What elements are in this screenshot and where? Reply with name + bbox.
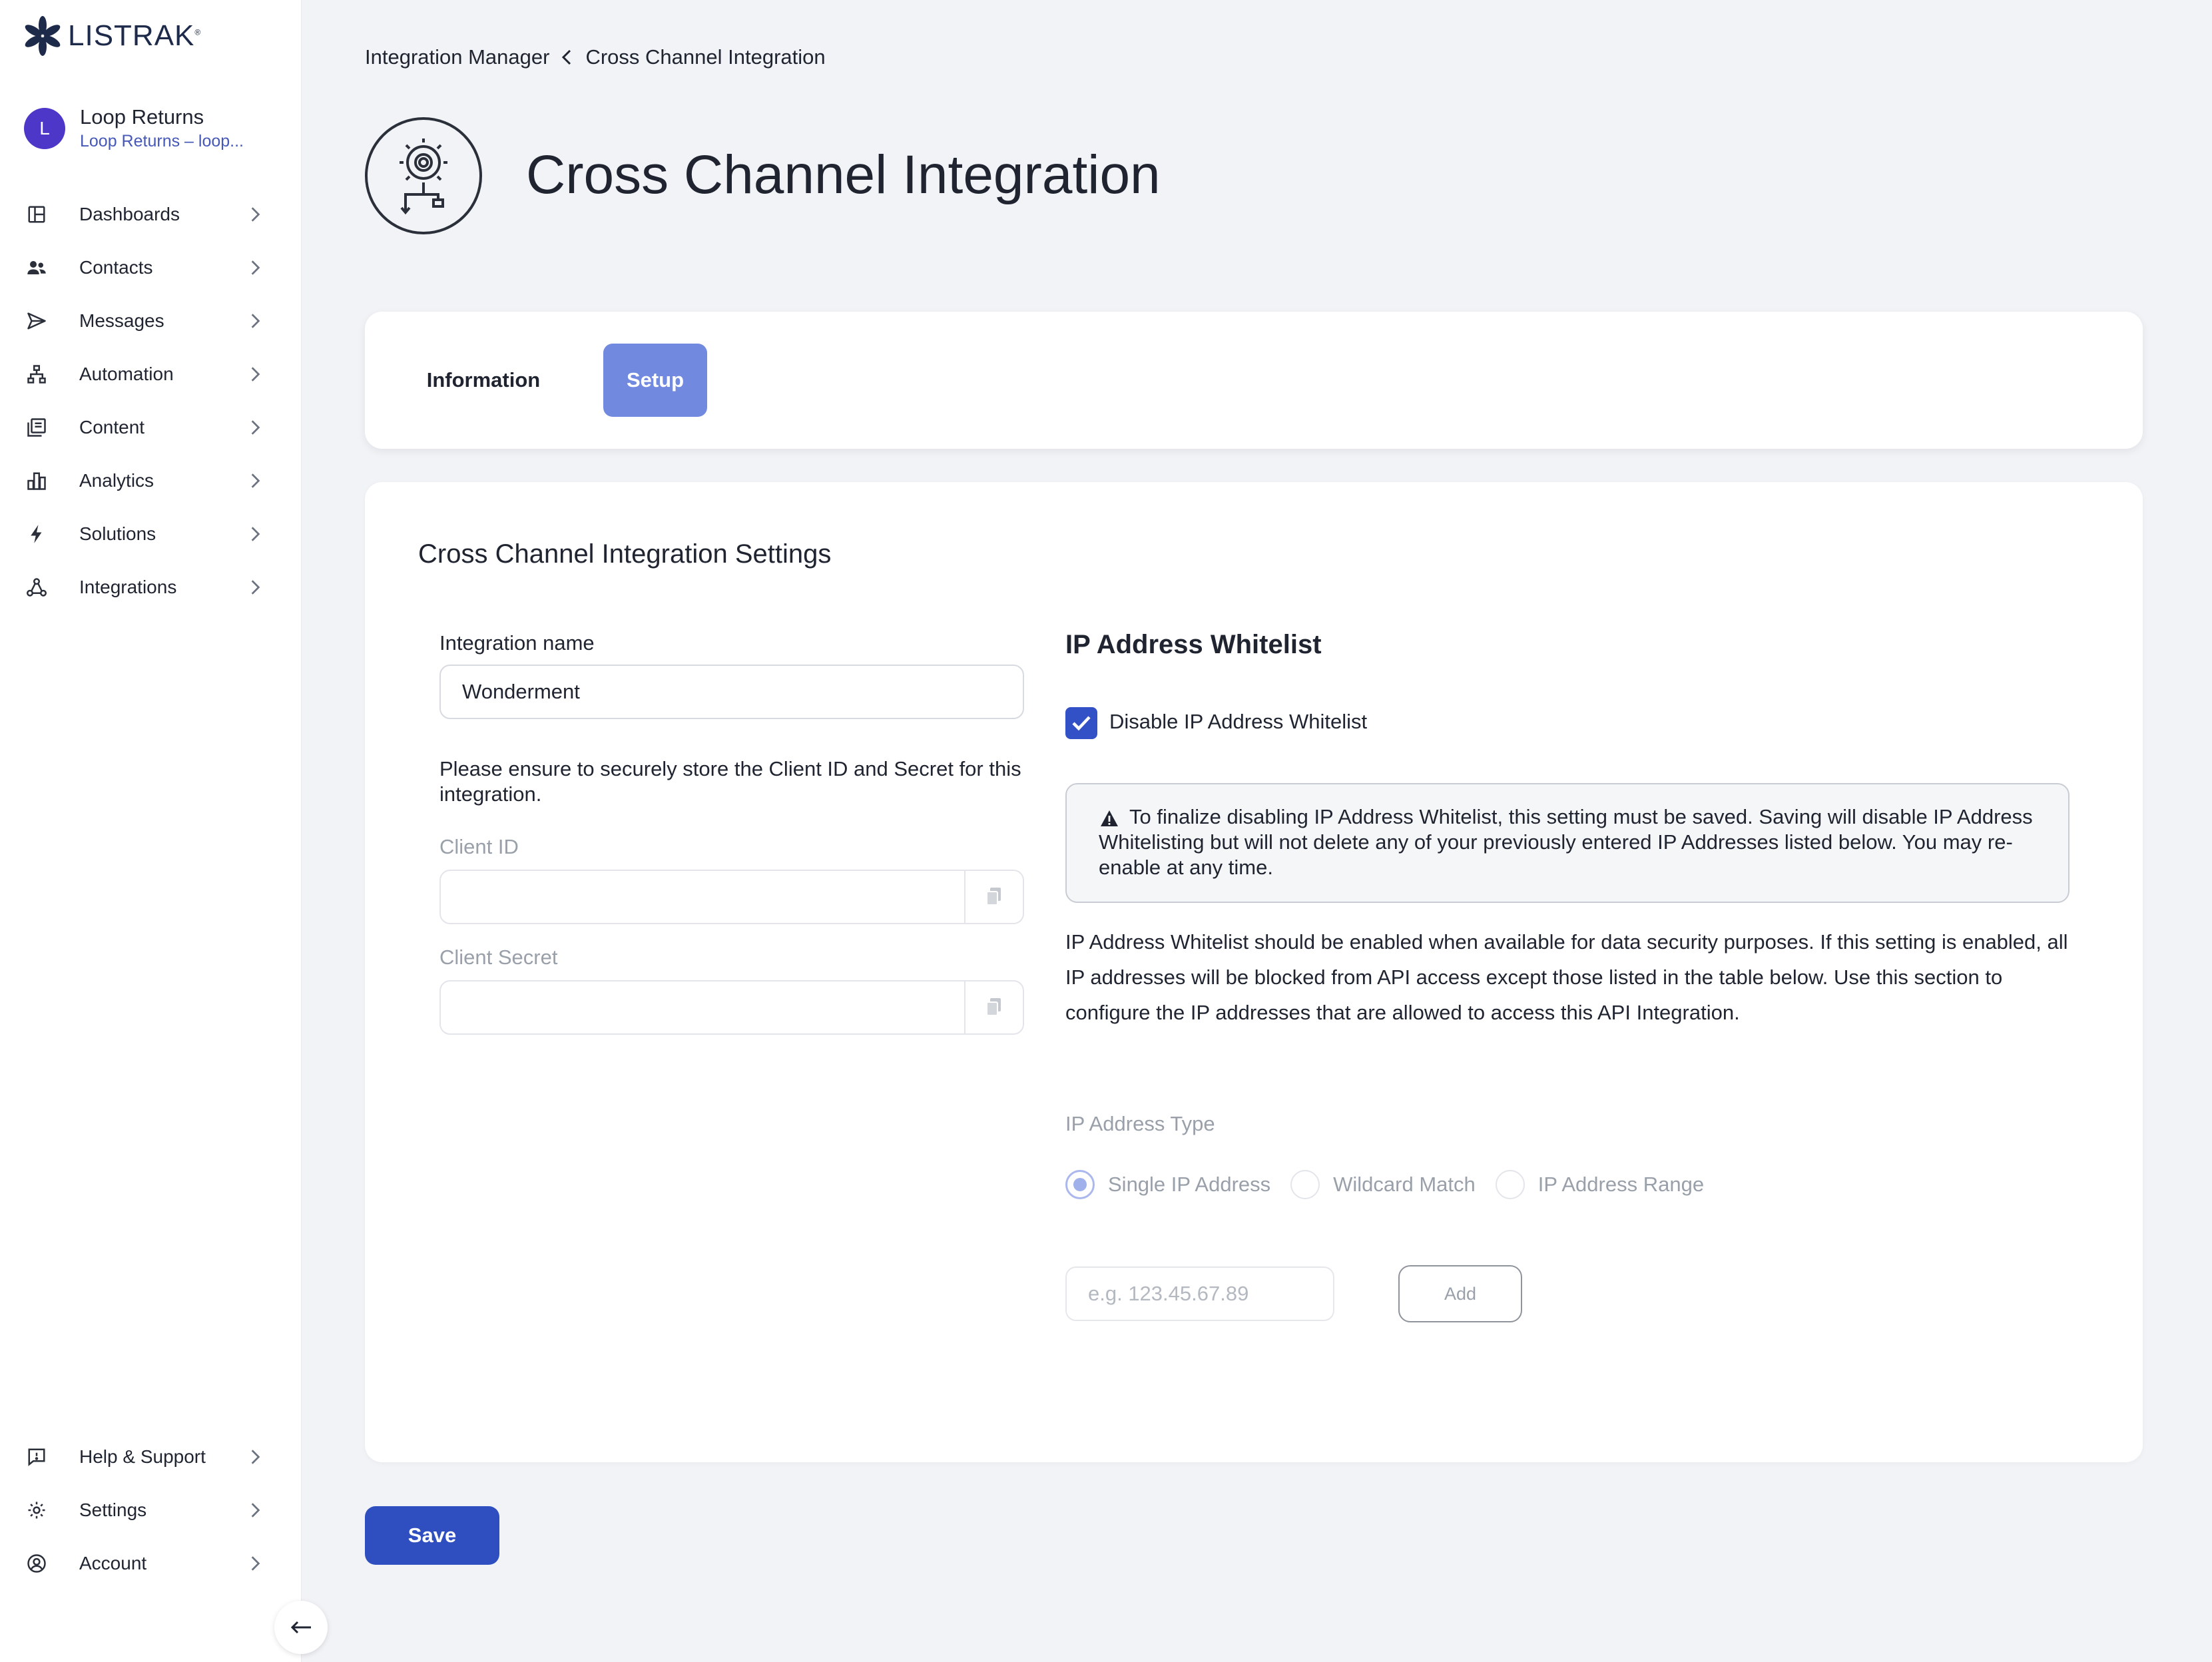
security-note: Please ensure to securely store the Clie… [439,757,1021,806]
sidebar-item-solutions[interactable]: Solutions [0,507,301,561]
sidebar-item-automation[interactable]: Automation [0,348,301,401]
chevron-right-icon [251,1450,260,1464]
sidebar: LISTRAK® L Loop Returns Loop Returns – l… [0,0,302,1662]
lightning-icon [25,523,48,545]
sidebar-item-help-support[interactable]: Help & Support [0,1430,301,1484]
avatar: L [24,107,65,149]
breadcrumb-current: Cross Channel Integration [585,45,826,69]
radio-label: Wildcard Match [1333,1173,1476,1196]
secondary-nav: Help & Support Settings Account [0,1430,301,1590]
account-name: Loop Returns [80,105,204,129]
radio-indicator-checked[interactable] [1065,1170,1095,1199]
chevron-right-icon [251,527,260,541]
tab-setup[interactable]: Setup [603,344,707,417]
chevron-right-icon [251,473,260,488]
check-icon [1072,716,1091,731]
brand-name: LISTRAK® [68,19,202,52]
add-ip-button[interactable]: Add [1398,1265,1522,1322]
radio-indicator[interactable] [1290,1170,1320,1199]
sidebar-item-analytics[interactable]: Analytics [0,454,301,507]
sidebar-item-label: Dashboards [79,204,180,224]
contacts-icon [25,256,48,279]
client-id-field[interactable] [439,870,1024,924]
content-icon [25,416,48,439]
analytics-icon [25,469,48,492]
account-subtitle: Loop Returns – loop... [80,132,244,150]
sidebar-item-contacts[interactable]: Contacts [0,241,301,294]
help-chat-icon [25,1446,48,1468]
client-secret-label: Client Secret [439,946,558,969]
disable-whitelist-label[interactable]: Disable IP Address Whitelist [1109,710,1367,734]
listrak-logo-icon [25,16,61,56]
send-icon [25,310,48,332]
settings-card: Cross Channel Integration Settings Integ… [365,482,2143,1462]
breadcrumb: Integration Manager Cross Channel Integr… [365,45,826,69]
chevron-right-icon [251,260,260,275]
gear-icon [25,1499,48,1522]
sidebar-item-content[interactable]: Content [0,401,301,454]
radio-ip-range[interactable]: IP Address Range [1495,1170,1705,1199]
ip-whitelist-heading: IP Address Whitelist [1065,630,1322,659]
brand-logo[interactable]: LISTRAK® [23,16,201,56]
save-button[interactable]: Save [365,1506,499,1565]
client-secret-field[interactable] [439,980,1024,1035]
whitelist-description: IP Address Whitelist should be enabled w… [1065,930,2068,1024]
account-switcher[interactable]: L Loop Returns Loop Returns – loop... [24,105,253,151]
radio-wildcard-match[interactable]: Wildcard Match [1290,1170,1476,1199]
warning-text: To finalize disabling IP Address Whiteli… [1099,805,2033,879]
sidebar-item-label: Contacts [79,257,153,278]
section-title: Cross Channel Integration Settings [418,539,832,569]
chevron-right-icon [251,1556,260,1571]
gear-flow-icon [365,117,482,234]
chevron-right-icon [251,580,260,595]
disable-whitelist-checkbox[interactable] [1065,707,1097,739]
sidebar-item-label: Account [79,1553,147,1573]
sidebar-item-label: Help & Support [79,1446,206,1467]
radio-label: IP Address Range [1537,1173,1705,1196]
sidebar-item-messages[interactable]: Messages [0,294,301,348]
arrow-left-icon [290,1621,311,1634]
radio-indicator[interactable] [1495,1170,1525,1199]
client-id-label: Client ID [439,835,519,858]
sidebar-item-label: Automation [79,364,174,384]
sidebar-item-label: Solutions [79,523,156,544]
chevron-right-icon [251,207,260,222]
chevron-right-icon [251,420,260,435]
user-circle-icon [25,1552,48,1575]
ip-type-label: IP Address Type [1065,1112,1215,1135]
copy-client-secret-button[interactable] [964,981,1023,1033]
copy-icon [986,888,1001,906]
collapse-sidebar-button[interactable] [274,1601,328,1654]
integration-name-label: Integration name [439,631,595,655]
sidebar-item-label: Messages [79,310,164,331]
chevron-right-icon [251,367,260,382]
chevron-right-icon [251,314,260,328]
copy-client-id-button[interactable] [964,871,1023,923]
ip-address-input[interactable] [1065,1266,1334,1321]
breadcrumb-parent-link[interactable]: Integration Manager [365,45,549,69]
sidebar-item-label: Integrations [79,577,177,597]
automation-icon [25,363,48,386]
sidebar-item-dashboards[interactable]: Dashboards [0,188,301,241]
dashboard-icon [25,203,48,226]
integration-name-input[interactable] [439,665,1024,719]
sidebar-item-label: Settings [79,1500,147,1520]
sidebar-item-label: Analytics [79,470,154,491]
copy-icon [986,998,1001,1016]
sidebar-item-integrations[interactable]: Integrations [0,561,301,614]
warning-alert: To finalize disabling IP Address Whiteli… [1065,783,2070,903]
integrations-icon [25,576,48,599]
chevron-left-icon [562,49,571,65]
tabs-bar: Information Setup [365,312,2143,449]
radio-label: Single IP Address [1108,1173,1271,1196]
primary-nav: Dashboards Contacts Messages Automation [0,188,301,614]
tab-information[interactable]: Information [417,344,550,417]
sidebar-item-settings[interactable]: Settings [0,1484,301,1537]
radio-single-ip[interactable]: Single IP Address [1065,1170,1270,1199]
chevron-right-icon [251,1503,260,1518]
page-title: Cross Channel Integration [526,144,1161,205]
sidebar-item-label: Content [79,417,145,437]
ip-type-radio-group: Single IP Address Wildcard Match IP Addr… [1065,1168,1724,1201]
sidebar-item-account[interactable]: Account [0,1537,301,1590]
